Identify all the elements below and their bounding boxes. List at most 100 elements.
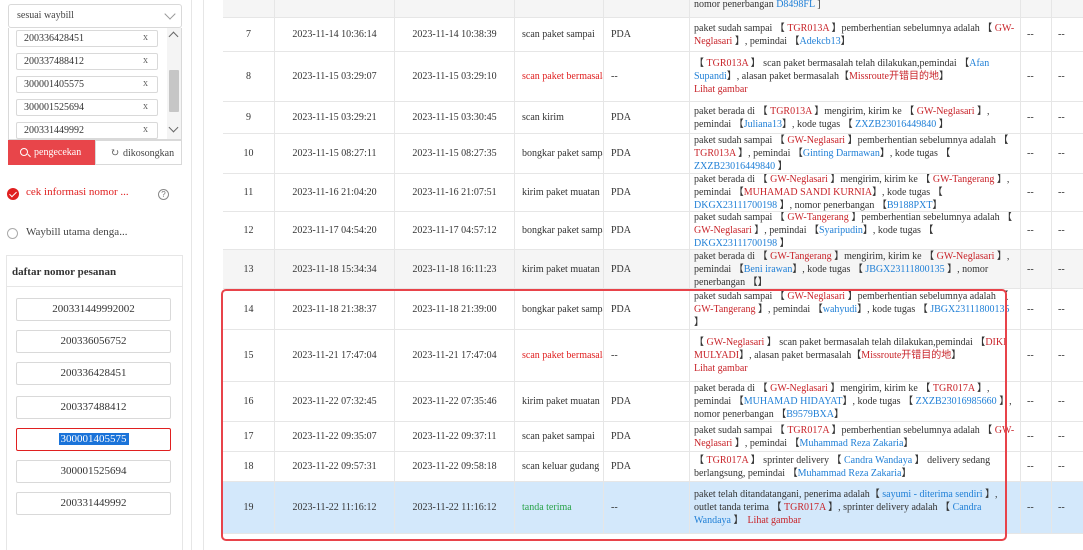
waybill-chip-text: 200331449992 [24,125,84,136]
order-item[interactable]: 200336428451 [16,362,171,385]
extra-col-b: -- [1058,112,1065,123]
scan-description: paket berada di 【 GW-Neglasari 】mengirim… [690,174,1021,211]
view-image-link[interactable]: Lihat gambar [694,84,748,95]
scan-description: paket sudah sampai 【 TGR013A 】pemberhent… [690,18,1021,51]
scan-time: 2023-11-22 11:16:12 [275,482,395,533]
extra-col-a: -- [1021,330,1052,381]
scan-source: -- [604,482,690,533]
order-item[interactable]: 200337488412 [16,396,171,419]
waybill-chip[interactable]: 300001405575 x [16,76,158,93]
waybill-scrollbar[interactable] [167,28,181,139]
divider [7,286,182,287]
table-row[interactable]: 7 2023-11-14 10:36:14 2023-11-14 10:38:39 s… [223,18,1083,52]
remove-icon[interactable]: x [143,55,148,66]
row-number: 10 [223,134,275,173]
row-number: 18 [223,452,275,481]
table-row[interactable]: 16 2023-11-22 07:32:45 2023-11-22 07:35:46… [223,382,1083,422]
extra-col-a: -- [1021,134,1052,173]
upload-time: 2023-11-21 17:47:04 [395,330,515,381]
scan-time: 2023-11-15 08:27:11 [275,134,395,173]
scan-source: PDA [604,174,690,211]
table-row[interactable]: 11 2023-11-16 21:04:20 2023-11-16 21:07:51… [223,174,1083,212]
remove-icon[interactable]: x [143,78,148,89]
table-row[interactable]: 9 2023-11-15 03:29:21 2023-11-15 03:30:45 s… [223,102,1083,134]
scroll-down-icon[interactable] [168,122,179,133]
scan-source: PDA [604,134,690,173]
table-row[interactable]: 14 2023-11-18 21:38:37 2023-11-18 21:39:00… [223,289,1083,330]
table-row[interactable]: 19 2023-11-22 11:16:12 2023-11-22 11:16:12… [223,482,1083,534]
upload-time: 2023-11-18 16:11:23 [395,250,515,288]
search-type-select[interactable]: sesuai waybill [8,4,182,28]
waybill-chip[interactable]: 200331449992 x [16,122,158,139]
scan-source [604,0,690,17]
help-icon[interactable]: ? [158,189,169,200]
remove-icon[interactable]: x [143,32,148,43]
tracking-table: nomor penerbangan D8498FL ] 7 2023-11-14 1… [203,0,1083,550]
table-row[interactable]: 8 2023-11-15 03:29:07 2023-11-15 03:29:10 s… [223,52,1083,102]
waybill-chip[interactable]: 200337488412 x [16,53,158,70]
order-item[interactable]: 300001405575 [16,428,171,451]
scroll-thumb[interactable] [169,70,179,112]
waybill-chip-text: 300001525694 [24,102,84,113]
remove-icon[interactable]: x [143,101,148,112]
extra-col-b: -- [1058,225,1065,236]
extra-col-b: -- [1058,148,1065,159]
clear-button[interactable]: ↻ dikosongkan [95,140,182,165]
scan-description: paket berada di 【 GW-Tangerang 】mengirim… [690,250,1021,288]
scan-time: 2023-11-15 03:29:21 [275,102,395,133]
scan-type [515,0,604,17]
scan-time: 2023-11-18 15:34:34 [275,250,395,288]
check-circle-icon[interactable] [7,188,19,200]
scan-type: scan paket bermasalah [515,52,604,101]
view-image-link[interactable]: Lihat gambar [747,515,801,526]
upload-time: 2023-11-16 21:07:51 [395,174,515,211]
scan-type: scan kirim [515,102,604,133]
upload-time: 2023-11-15 03:30:45 [395,102,515,133]
table-row[interactable]: nomor penerbangan D8498FL ] [223,0,1083,18]
scan-description: paket berada di 【 TGR013A 】mengirim, kir… [690,102,1021,133]
order-item[interactable]: 200331449992 [16,492,171,515]
search-icon [20,148,28,156]
row-number: 12 [223,212,275,249]
extra-col-a: -- [1021,382,1052,421]
search-button[interactable]: pengecekan [8,140,95,165]
upload-time: 2023-11-22 09:37:11 [395,422,515,451]
scan-type: scan paket sampai [515,422,604,451]
order-item-text: 200331449992002 [52,303,135,315]
extra-col-b: -- [1058,396,1065,407]
table-row[interactable]: 15 2023-11-21 17:47:04 2023-11-21 17:47:04… [223,330,1083,382]
scroll-up-icon[interactable] [168,31,179,42]
row-number: 9 [223,102,275,133]
row-number: 17 [223,422,275,451]
option-main-waybill[interactable]: Waybill utama denga... [7,225,187,241]
remove-icon[interactable]: x [143,124,148,135]
scan-source: PDA [604,422,690,451]
extra-col-a: -- [1021,289,1052,329]
extra-col-b: -- [1058,71,1065,82]
order-item[interactable]: 300001525694 [16,460,171,483]
radio-icon[interactable] [7,228,18,239]
scan-description: nomor penerbangan D8498FL ] [690,0,1021,17]
waybill-chip[interactable]: 300001525694 x [16,99,158,116]
waybill-chip[interactable]: 200336428451 x [16,30,158,47]
scan-description: paket telah ditandatangani, penerima ada… [690,482,1021,533]
scan-source: PDA [604,18,690,51]
chevron-down-icon[interactable] [164,8,176,20]
view-image-link[interactable]: Lihat gambar [694,363,748,374]
scan-time: 2023-11-22 09:57:31 [275,452,395,481]
order-item[interactable]: 200336056752 [16,330,171,353]
scan-time: 2023-11-18 21:38:37 [275,289,395,329]
option-main-waybill-label: Waybill utama denga... [26,226,128,238]
table-row[interactable]: 10 2023-11-15 08:27:11 2023-11-15 08:27:35… [223,134,1083,174]
scan-type: kirim paket muatan [515,174,604,211]
table-row[interactable]: 17 2023-11-22 09:35:07 2023-11-22 09:37:11… [223,422,1083,452]
table-row[interactable]: 18 2023-11-22 09:57:31 2023-11-22 09:58:18… [223,452,1083,482]
table-row[interactable]: 13 2023-11-18 15:34:34 2023-11-18 16:11:23… [223,250,1083,289]
extra-col-b: -- [1058,29,1065,40]
scan-description: 【 GW-Neglasari 】 scan paket bermasalah t… [690,330,1021,381]
waybill-chip-text: 300001405575 [24,79,84,90]
order-item-text: 300001525694 [60,465,127,477]
left-panel: sesuai waybill 200336428451 x 200337488412… [0,0,192,550]
order-item[interactable]: 200331449992002 [16,298,171,321]
table-row[interactable]: 12 2023-11-17 04:54:20 2023-11-17 04:57:12… [223,212,1083,250]
